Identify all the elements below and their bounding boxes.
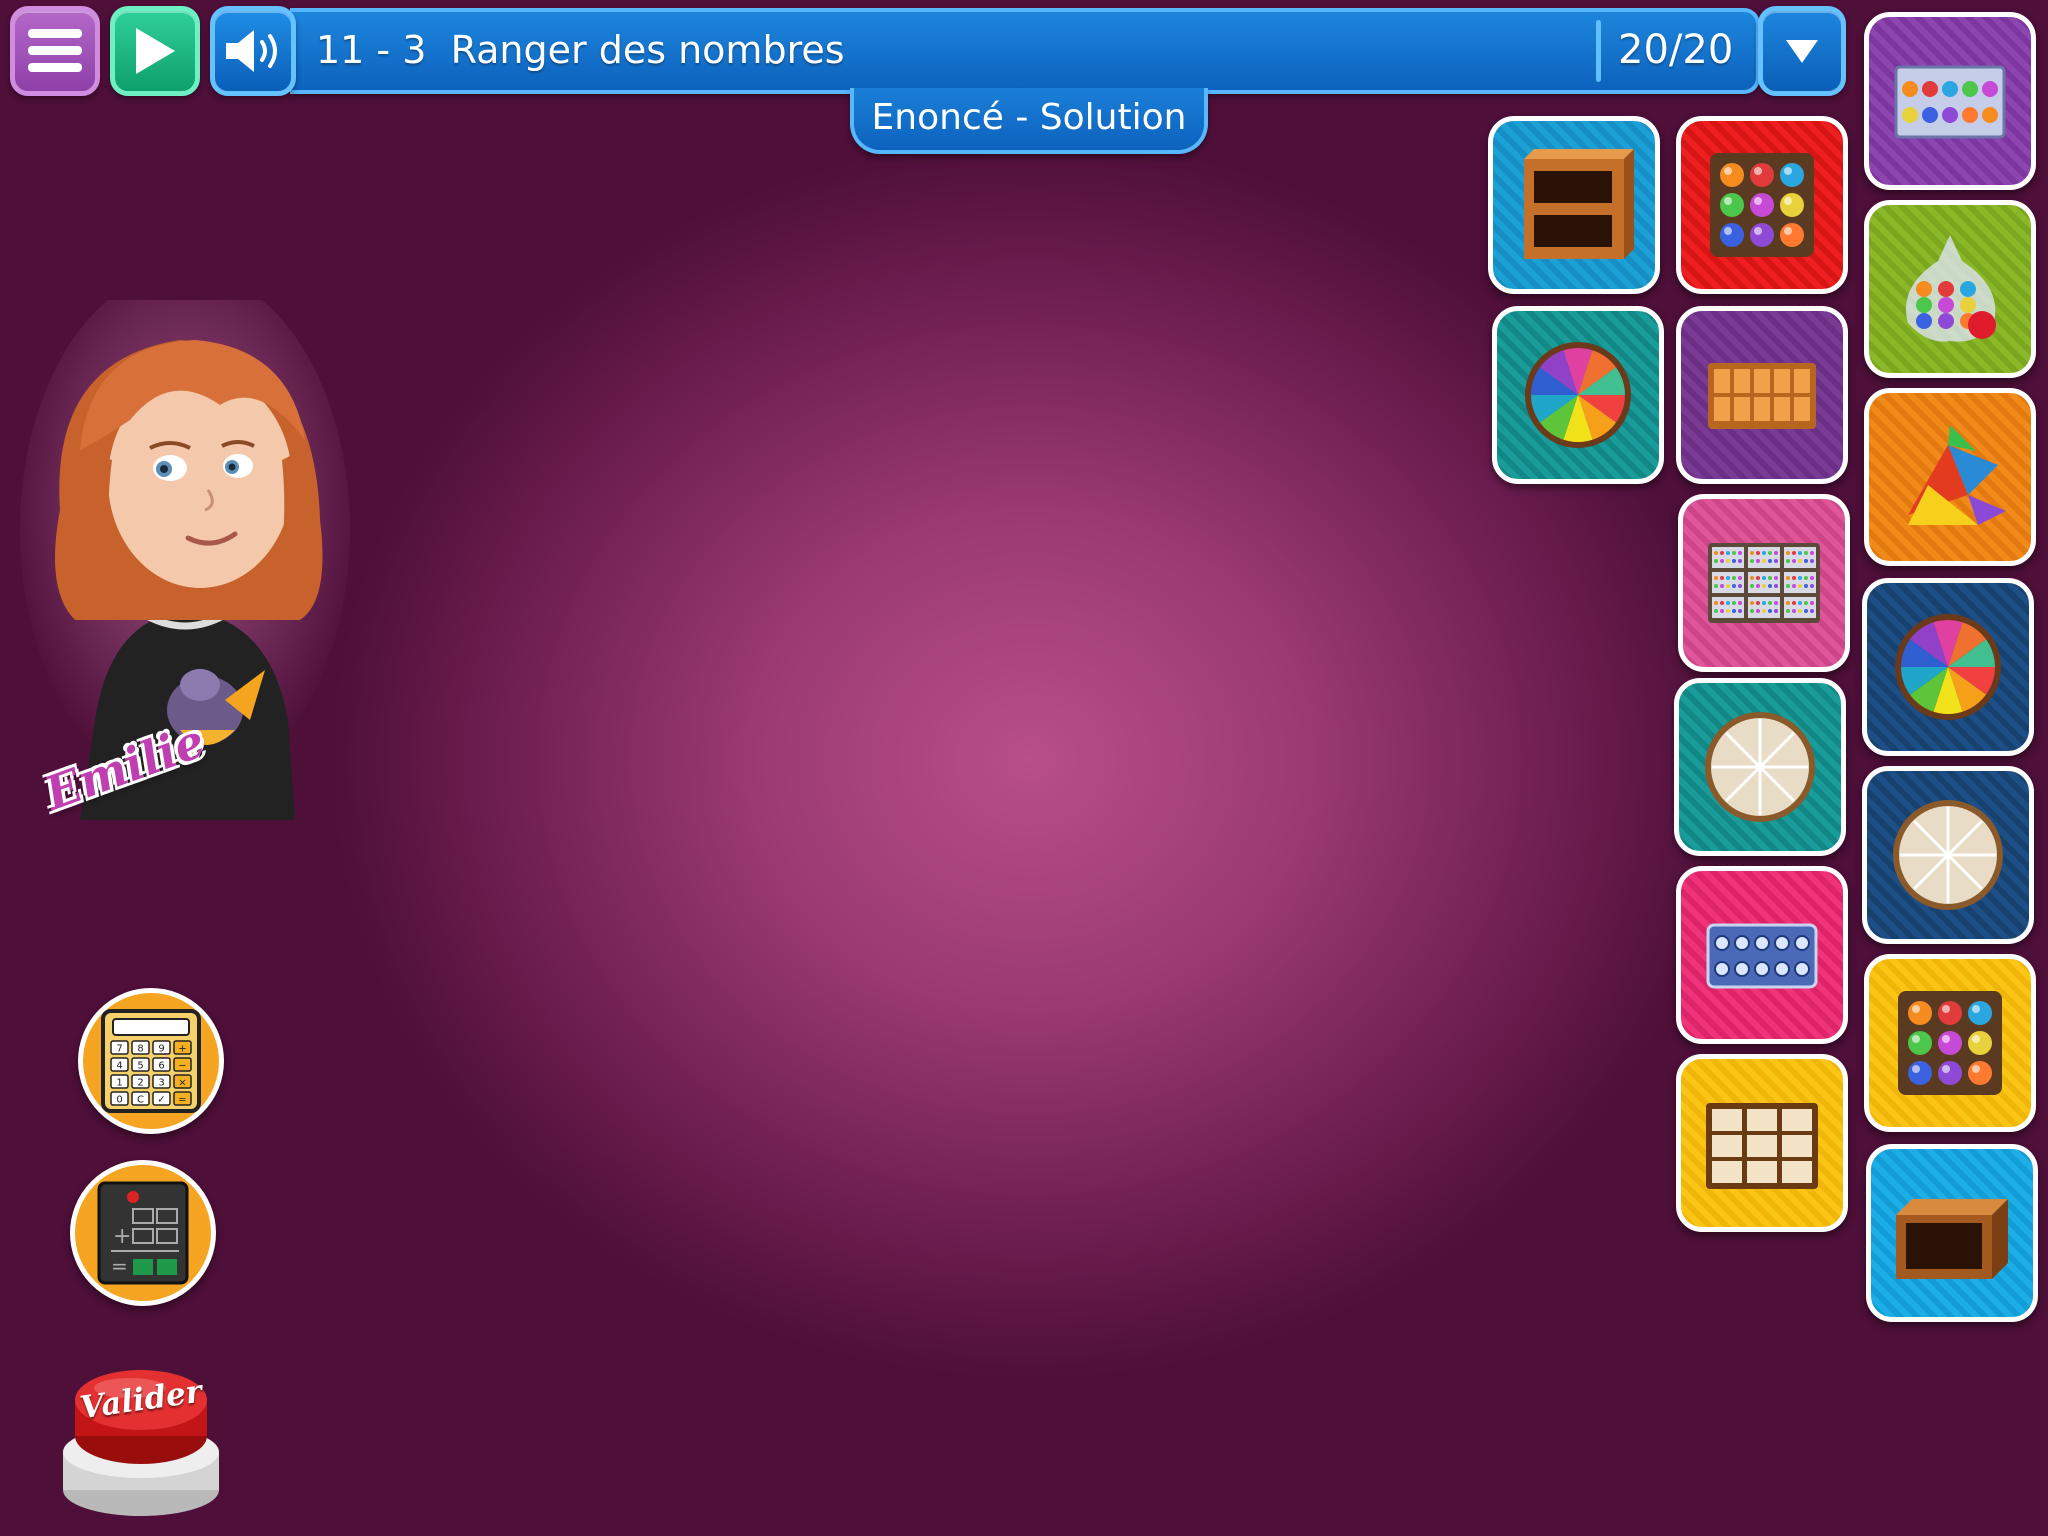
question-progress: 20/20 bbox=[1618, 27, 1734, 73]
calculator-key: 4 bbox=[116, 1061, 122, 1072]
sound-button[interactable] bbox=[210, 6, 296, 96]
question-dropdown-button[interactable] bbox=[1758, 6, 1846, 96]
tool-tile-candy-bag[interactable] bbox=[1864, 200, 2036, 378]
marble-tray-9-icon bbox=[1710, 153, 1814, 257]
tool-tile-beads-10[interactable] bbox=[1864, 12, 2036, 190]
calculator-key: × bbox=[178, 1078, 186, 1089]
tool-tile-box-grid[interactable] bbox=[1676, 1054, 1848, 1232]
calculator-key: 8 bbox=[137, 1044, 143, 1055]
hamburger-menu-icon bbox=[28, 29, 82, 72]
calculator-key: = bbox=[178, 1095, 186, 1106]
svg-text:+: + bbox=[113, 1224, 131, 1249]
tool-tile-shelf-1[interactable] bbox=[1866, 1144, 2038, 1322]
exercise-title: 11 - 3 Ranger des nombres bbox=[316, 22, 845, 78]
tool-tile-beads-9-yellow[interactable] bbox=[1864, 954, 2036, 1132]
svg-text:=: = bbox=[111, 1254, 128, 1278]
chevron-down-icon bbox=[1786, 40, 1818, 63]
tool-tile-wheel-color-2[interactable] bbox=[1862, 578, 2034, 756]
calculator-key: 6 bbox=[158, 1061, 164, 1072]
marble-tray-9-icon bbox=[1898, 991, 2002, 1095]
exercise-number: 11 - 3 bbox=[316, 28, 427, 72]
egg-box-10-icon bbox=[1706, 923, 1818, 989]
calculator-key: 9 bbox=[158, 1044, 164, 1055]
tool-tile-egg-box[interactable] bbox=[1676, 866, 1848, 1044]
calculator-key: 5 bbox=[137, 1061, 143, 1072]
operation-board-button[interactable]: + = bbox=[70, 1160, 216, 1306]
tool-tile-beads-9-red[interactable] bbox=[1676, 116, 1848, 294]
tool-tile-tray-10[interactable] bbox=[1676, 306, 1848, 484]
tool-tile-tangram[interactable] bbox=[1864, 388, 2036, 566]
calculator-icon: 7 8 9 +4 5 6 − 1 2 3 × 0 C ✓ = bbox=[101, 1009, 201, 1113]
speaker-icon bbox=[226, 30, 277, 72]
tool-tile-pie-plain-2[interactable] bbox=[1862, 766, 2034, 944]
tool-tile-wheel-color[interactable] bbox=[1492, 306, 1664, 484]
calculator-key: ✓ bbox=[157, 1095, 165, 1106]
candy-bag-icon bbox=[1906, 235, 1996, 342]
calculator-button[interactable]: 7 8 9 +4 5 6 − 1 2 3 × 0 C ✓ = bbox=[78, 988, 224, 1134]
open-box-icon bbox=[1896, 1199, 2008, 1279]
plain-fraction-pie-icon bbox=[1705, 712, 1815, 822]
calculator-key: − bbox=[178, 1061, 186, 1072]
calculator-key: 0 bbox=[116, 1095, 122, 1106]
play-icon bbox=[136, 28, 175, 74]
box-grid-9-icon bbox=[1706, 1103, 1818, 1189]
operation-board-icon: + = bbox=[97, 1181, 189, 1285]
marble-rack-10-icon bbox=[1894, 65, 2006, 139]
calculator-key: C bbox=[137, 1095, 144, 1106]
tray-10-compartments-icon bbox=[1708, 363, 1816, 429]
calculator-key: 2 bbox=[137, 1078, 143, 1089]
title-bar-divider bbox=[1596, 20, 1601, 82]
abacus-grid-icon bbox=[1708, 543, 1820, 623]
plain-fraction-pie-icon bbox=[1893, 800, 2003, 910]
calculator-key: 1 bbox=[116, 1078, 122, 1089]
color-fraction-wheel-icon bbox=[1895, 614, 2001, 720]
play-button[interactable] bbox=[110, 6, 200, 96]
tangram-pieces-icon bbox=[1908, 425, 2006, 525]
calculator-key: + bbox=[178, 1044, 186, 1055]
tab-statement-solution[interactable]: Enoncé - Solution bbox=[850, 88, 1208, 154]
calculator-key: 7 bbox=[116, 1044, 122, 1055]
tool-tile-pie-plain[interactable] bbox=[1674, 678, 1846, 856]
color-fraction-wheel-icon bbox=[1525, 342, 1631, 448]
menu-button[interactable] bbox=[10, 6, 100, 96]
validate-button[interactable]: Valider bbox=[58, 1352, 224, 1520]
shelf-two-compartments-icon bbox=[1524, 149, 1634, 259]
exercise-name: Ranger des nombres bbox=[450, 28, 845, 72]
calculator-key: 3 bbox=[158, 1078, 164, 1089]
tool-tile-shelf-2[interactable] bbox=[1488, 116, 1660, 294]
tool-tile-abacus-grid[interactable] bbox=[1678, 494, 1850, 672]
